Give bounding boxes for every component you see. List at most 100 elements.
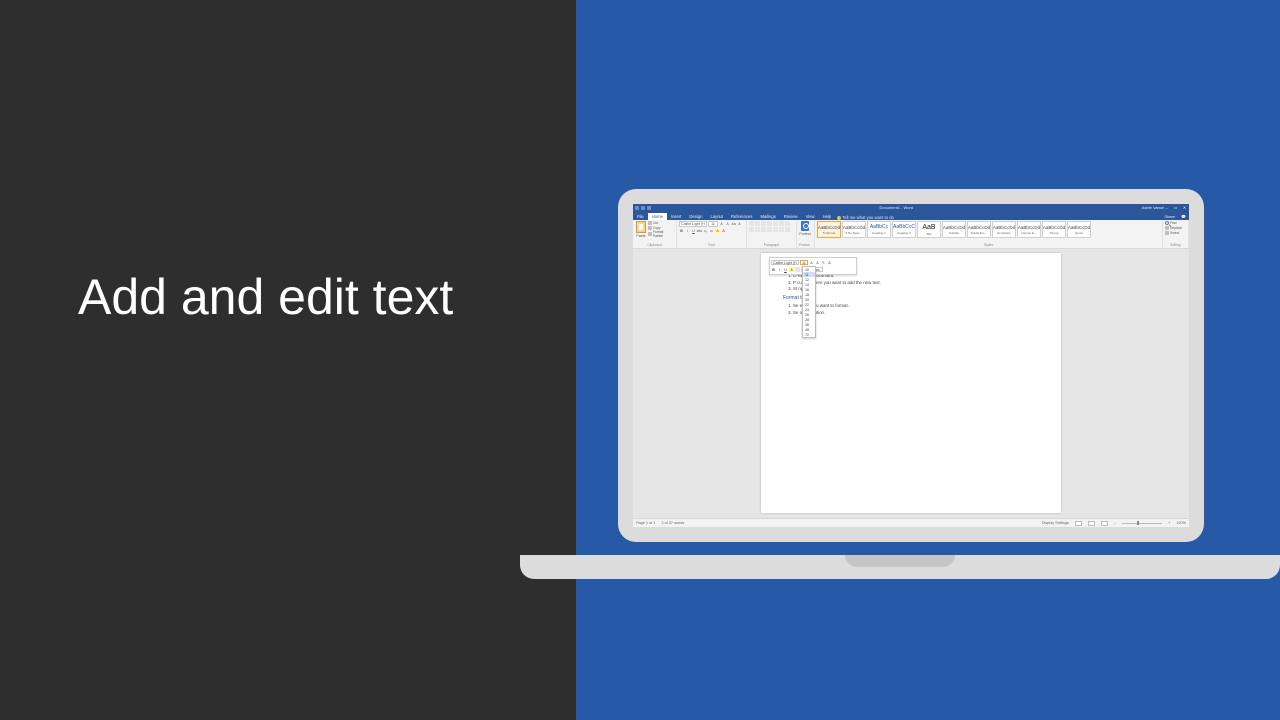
tell-me-search[interactable]: Tell me what you want to do — [837, 215, 894, 220]
mini-font-color-icon[interactable]: A — [827, 260, 832, 265]
mini-bullets-icon[interactable] — [795, 267, 800, 272]
superscript-icon[interactable]: x² — [709, 228, 714, 233]
search-icon — [1165, 221, 1169, 225]
grow-font-icon[interactable]: A — [719, 222, 724, 227]
change-case-icon[interactable]: Aa — [731, 222, 736, 227]
zoom-out-button[interactable]: – — [1114, 521, 1116, 525]
shrink-font-icon[interactable]: A — [725, 222, 730, 227]
format-painter-button[interactable]: Format Painter — [648, 230, 674, 238]
align-center-icon[interactable] — [755, 227, 760, 232]
style-heading-2[interactable]: AaBbCcCHeading 2 — [892, 221, 916, 238]
style--normal[interactable]: AaBbCcDd¶ Normal — [817, 221, 841, 238]
decrease-indent-icon[interactable] — [767, 221, 772, 226]
tab-references[interactable]: References — [727, 213, 756, 220]
protect-button[interactable]: Protect — [799, 221, 811, 236]
laptop-base — [520, 555, 1280, 579]
mini-underline[interactable]: U — [783, 267, 788, 272]
style-subtle-em-[interactable]: AaBbCcDdSubtle Em… — [967, 221, 991, 238]
underline-button[interactable]: U — [691, 228, 696, 233]
italic-button[interactable]: I — [685, 228, 690, 233]
word-app: Document1 - Word Adele Vance – ▭ ✕ FileH… — [633, 204, 1189, 527]
tab-mailings[interactable]: Mailings — [756, 213, 779, 220]
font-size-dropdown[interactable]: 1011121416182022242628364872 — [802, 266, 816, 338]
tab-home[interactable]: Home — [648, 213, 667, 220]
style-emphasis[interactable]: AaBbCcDdEmphasis — [992, 221, 1016, 238]
web-layout-icon[interactable] — [1101, 521, 1108, 526]
align-left-icon[interactable] — [749, 227, 754, 232]
list-item: Se e text you want to format. — [793, 303, 1039, 308]
ribbon-group-paragraph: Paragraph — [747, 220, 797, 248]
font-size-combo[interactable]: 11 — [708, 221, 718, 227]
status-page[interactable]: Page 1 of 1 — [636, 521, 655, 525]
cut-button[interactable]: Cut — [648, 221, 674, 225]
zoom-slider[interactable] — [1122, 523, 1162, 524]
bullets-icon[interactable] — [749, 221, 754, 226]
mini-bold[interactable]: B — [771, 267, 776, 272]
size-option-72[interactable]: 72 — [803, 332, 815, 337]
mini-italic[interactable]: I — [777, 267, 782, 272]
paste-button[interactable]: Paste — [635, 221, 647, 238]
mini-shrink-font-icon[interactable]: A — [815, 260, 820, 265]
maximize-button[interactable]: ▭ — [1173, 205, 1178, 210]
numbering-icon[interactable] — [755, 221, 760, 226]
sort-icon[interactable] — [779, 221, 784, 226]
increase-indent-icon[interactable] — [773, 221, 778, 226]
page[interactable]: Calibri Light (H 11 A A ✎ A B I U A — [761, 253, 1061, 513]
tab-design[interactable]: Design — [685, 213, 706, 220]
status-words[interactable]: 2 of 37 words — [661, 521, 684, 525]
tab-insert[interactable]: Insert — [667, 213, 685, 220]
ribbon: Paste Cut Copy Format Painter Clipboard — [633, 220, 1189, 249]
line-spacing-icon[interactable] — [773, 227, 778, 232]
style-strong[interactable]: AaBbCcDdStrong — [1042, 221, 1066, 238]
zoom-in-button[interactable]: + — [1168, 521, 1170, 525]
mini-grow-font-icon[interactable]: A — [809, 260, 814, 265]
laptop-notch — [845, 555, 955, 567]
select-button[interactable]: Select — [1165, 231, 1179, 235]
mini-format-painter-icon[interactable]: ✎ — [821, 260, 826, 265]
document-area[interactable]: Calibri Light (H 11 A A ✎ A B I U A — [633, 249, 1189, 518]
align-right-icon[interactable] — [761, 227, 766, 232]
tab-view[interactable]: View — [802, 213, 819, 220]
find-button[interactable]: Find — [1165, 221, 1176, 225]
style-subtitle[interactable]: AaBbCcDdSubtitle — [942, 221, 966, 238]
justify-icon[interactable] — [767, 227, 772, 232]
tab-file[interactable]: File — [633, 213, 648, 220]
tab-layout[interactable]: Layout — [706, 213, 727, 220]
style-intense-e-[interactable]: AaBbCcDdIntense E… — [1017, 221, 1041, 238]
mini-highlight-icon[interactable]: A — [789, 267, 794, 272]
pilcrow-icon[interactable] — [785, 221, 790, 226]
undo-icon[interactable] — [641, 206, 645, 210]
shading-icon[interactable] — [779, 227, 784, 232]
comments-icon[interactable]: 💬 — [1178, 213, 1189, 220]
mini-font-size[interactable]: 11 — [800, 260, 808, 266]
style-quote[interactable]: AaBbCcDdQuote — [1067, 221, 1091, 238]
replace-button[interactable]: Replace — [1165, 226, 1182, 230]
share-button[interactable]: Share — [1161, 213, 1178, 220]
borders-icon[interactable] — [785, 227, 790, 232]
ribbon-group-protect: Protect Protect… — [797, 220, 815, 248]
read-mode-icon[interactable] — [1075, 521, 1082, 526]
font-color-icon[interactable]: A — [721, 228, 726, 233]
zoom-level[interactable]: 120% — [1176, 521, 1186, 525]
user-name[interactable]: Adele Vance — [1142, 205, 1164, 210]
strike-icon[interactable]: abc — [697, 228, 702, 233]
mini-font-name[interactable]: Calibri Light (H — [771, 260, 799, 266]
print-layout-icon[interactable] — [1088, 521, 1095, 526]
tab-review[interactable]: Review — [780, 213, 802, 220]
list-item: Se ormat option. — [793, 310, 1039, 315]
style--no-spac-[interactable]: AaBbCcDd¶ No Spac… — [842, 221, 866, 238]
multilevel-icon[interactable] — [761, 221, 766, 226]
bold-button[interactable]: B — [679, 228, 684, 233]
tab-help[interactable]: Help — [819, 213, 836, 220]
close-button[interactable]: ✕ — [1182, 205, 1187, 210]
clear-format-icon[interactable]: A — [737, 222, 742, 227]
copy-button[interactable]: Copy — [648, 226, 674, 230]
font-name-combo[interactable]: Calibri Light (H — [679, 221, 707, 227]
display-settings[interactable]: Display Settings — [1042, 521, 1069, 525]
highlight-icon[interactable]: A — [715, 228, 720, 233]
style-title[interactable]: AaBTitle — [917, 221, 941, 238]
save-icon[interactable] — [635, 206, 639, 210]
subscript-icon[interactable]: x₂ — [703, 228, 708, 233]
style-heading-1[interactable]: AaBbCcHeading 1 — [867, 221, 891, 238]
minimize-button[interactable]: – — [1164, 205, 1169, 210]
